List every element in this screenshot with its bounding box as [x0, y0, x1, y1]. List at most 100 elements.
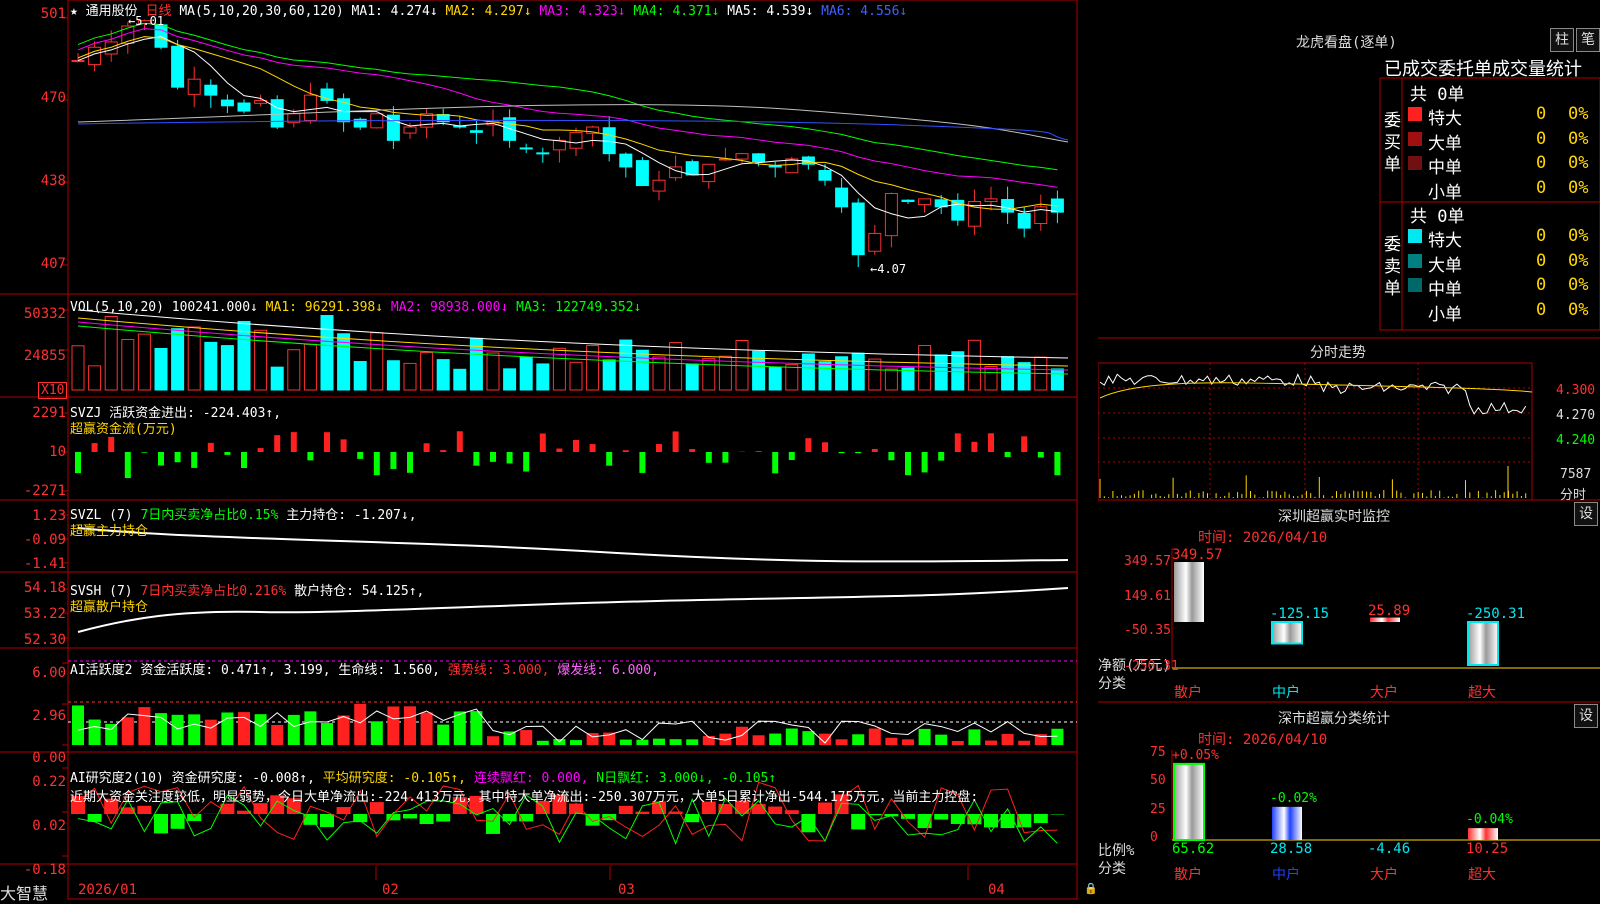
svzj-bar — [938, 452, 944, 461]
sz-title: 深圳超赢实时监控 — [1278, 506, 1390, 526]
ai1-header: AI活跃度2 资金活跃度: 0.471↑, 3.199, 生命线: 1.560,… — [70, 659, 659, 678]
candle-body — [1002, 200, 1014, 213]
volume-bar — [321, 316, 333, 390]
ai1-label3: 强势线: 3.000, — [448, 663, 550, 678]
svzj-bar — [872, 449, 878, 452]
vol-axis-label: 24855 — [0, 348, 66, 364]
ai1-label2: 生命线: 1.560, — [338, 663, 440, 678]
ma-line — [78, 37, 1057, 218]
volume-bar — [172, 329, 184, 390]
ai1-bar — [105, 724, 117, 745]
volume-bar — [72, 346, 84, 390]
svzj-bar — [988, 433, 994, 452]
date-label: 03 — [618, 882, 635, 898]
volume-bar — [155, 348, 167, 390]
volume-bar — [387, 361, 399, 390]
date-label: 2026/01 — [78, 882, 137, 898]
svsh-axis-label: 53.22 — [0, 606, 66, 622]
ss-ylabel: 比例% — [1098, 840, 1134, 860]
order-color-swatch — [1408, 181, 1422, 195]
volume-bar — [769, 367, 781, 390]
ai1-bar — [172, 715, 184, 745]
ai1-bar — [968, 729, 980, 745]
svzj-bar — [756, 451, 762, 452]
candle-body — [72, 61, 84, 62]
ss-settings-button[interactable]: 设 — [1574, 704, 1598, 728]
volume-bar — [753, 351, 765, 390]
volume-bar — [1018, 363, 1030, 390]
tick-view-button[interactable]: 笔 — [1576, 28, 1600, 52]
volume-bar — [520, 357, 532, 390]
ai1-bar — [769, 734, 781, 745]
candle-body — [520, 148, 532, 149]
ai2-axis-label: 0.02 — [0, 818, 66, 834]
volume-bar — [919, 346, 931, 390]
svzj-bar — [92, 443, 98, 452]
ai1-bar — [89, 720, 101, 745]
price-axis-label: 438 — [0, 173, 66, 189]
price-axis-label: 470 — [0, 90, 66, 106]
order-pct: 0% — [1568, 300, 1588, 320]
svzj-bar — [291, 432, 297, 452]
candle-body — [636, 161, 648, 186]
svzj-bar — [772, 452, 778, 473]
order-color-swatch — [1408, 254, 1422, 268]
order-pct: 0% — [1568, 104, 1588, 124]
ss-axis-label: 25 — [1150, 802, 1166, 817]
order-color-swatch — [1408, 132, 1422, 146]
bar-view-button[interactable]: 柱 — [1550, 28, 1574, 52]
fenshi-title: 分时走势 — [1310, 342, 1366, 362]
svzj-bar — [922, 452, 928, 472]
buy-total: 共 0单 — [1410, 80, 1464, 105]
ss-axis-label: 75 — [1150, 745, 1166, 760]
ai1-bar — [869, 729, 881, 745]
candle-body — [470, 131, 482, 133]
lock-icon[interactable]: 🔒 — [1084, 882, 1098, 895]
order-pct: 0% — [1568, 275, 1588, 295]
ss-category-label: 大户 — [1370, 864, 1398, 884]
svsh-label2: 散户持仓: 54.125↑, — [294, 584, 424, 599]
ss-title: 深市超赢分类统计 — [1278, 708, 1390, 728]
kline-chart-area[interactable]: ★ 通用股份 日线 MA(5,10,20,30,60,120) MA1: 4.2… — [0, 0, 1098, 900]
ai1-bar — [952, 741, 964, 745]
svzj-bar — [805, 438, 811, 452]
sz-settings-button[interactable]: 设 — [1574, 502, 1598, 526]
ai1-bar — [902, 739, 914, 745]
candle-body — [1018, 213, 1030, 228]
order-type-name: 大单 — [1428, 129, 1462, 154]
sz-bar — [1174, 562, 1204, 622]
svzj-bar — [141, 452, 147, 453]
ss-category-label: 散户 — [1174, 864, 1202, 884]
svzj-bar — [722, 452, 728, 463]
sz-time: 时间: 2026/04/10 — [1198, 527, 1327, 547]
order-count: 0 — [1536, 275, 1546, 295]
volume-bar — [603, 360, 615, 390]
high-marker: ←5.01 — [128, 14, 164, 28]
volume-bar — [885, 369, 897, 390]
volume-bar — [404, 363, 416, 390]
svzj-bar — [125, 452, 131, 478]
ai2-bar — [619, 806, 633, 814]
order-type-name: 中单 — [1428, 275, 1462, 300]
order-color-swatch — [1408, 229, 1422, 243]
order-count: 0 — [1536, 129, 1546, 149]
ai2-title: AI研究度2(10) — [70, 771, 164, 786]
ai1-bar — [1002, 734, 1014, 745]
sz-axis-label: -50.35 — [1124, 623, 1171, 638]
ai1-bar — [138, 707, 150, 745]
volume-bar — [122, 339, 134, 390]
ai1-bar — [304, 711, 316, 745]
ai1-bar — [670, 739, 682, 745]
svzj-bar — [639, 452, 645, 473]
order-count: 0 — [1536, 153, 1546, 173]
vol-value: 100241.000↓ — [172, 300, 258, 315]
ai1-bar — [421, 712, 433, 745]
kline-chart-canvas[interactable] — [0, 0, 1098, 900]
ai2-bar — [635, 812, 649, 814]
volume-bar — [703, 359, 715, 390]
volume-bar — [636, 350, 648, 390]
ai2-axis-label: 0.22 — [0, 774, 66, 790]
volume-bar — [288, 350, 300, 390]
favorite-star-icon[interactable]: ★ — [70, 4, 78, 19]
volume-bar — [836, 357, 848, 390]
